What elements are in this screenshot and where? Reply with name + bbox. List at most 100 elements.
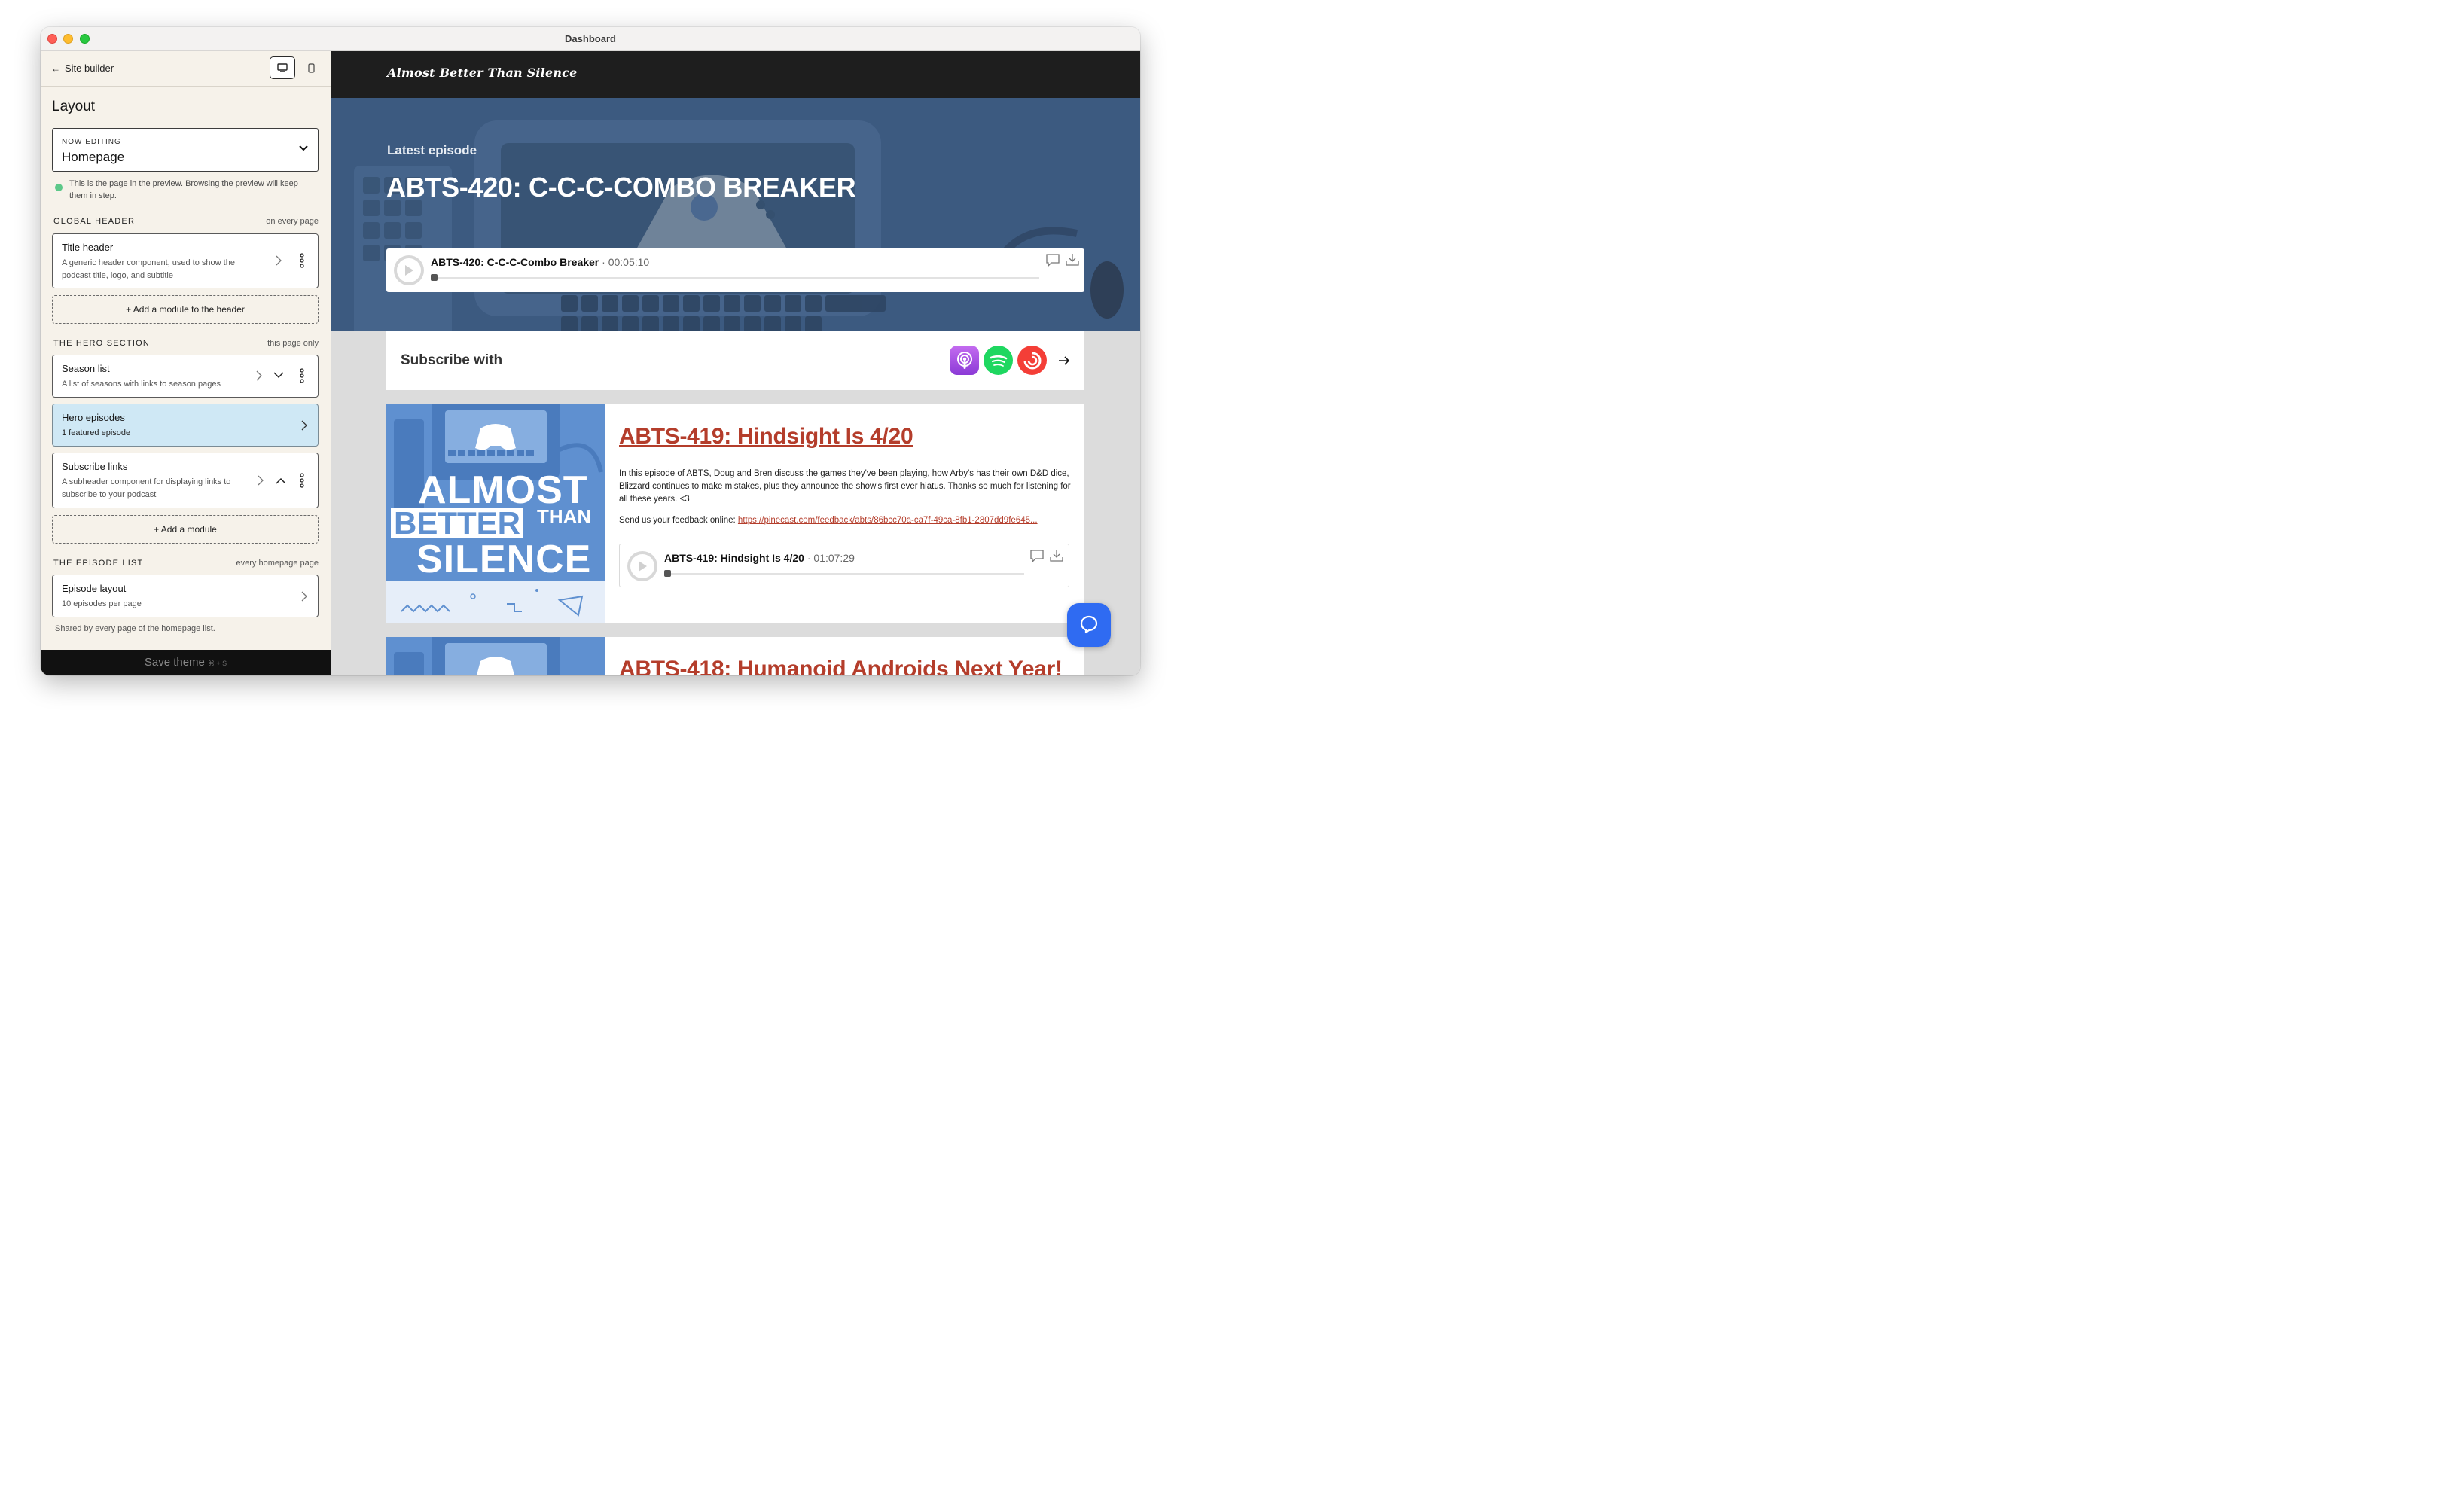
spotify-icon[interactable] — [984, 346, 1013, 375]
player-title-row: ABTS-420: C-C-C-Combo Breaker · 00:05:10 — [431, 256, 650, 268]
episode-artwork[interactable] — [386, 637, 605, 675]
site-preview: Almost Better Than Silence Latest episod… — [331, 51, 1140, 675]
back-link-label: Site builder — [65, 62, 114, 74]
podcast-cover-art — [386, 637, 605, 675]
window-title: Dashboard — [565, 33, 616, 44]
episode-card: ABTS-418: Humanoid Androids Next Year! — [386, 637, 1084, 675]
hero-episode-title[interactable]: ABTS-420: C-C-C-COMBO BREAKER — [386, 172, 856, 203]
episode-title-link[interactable]: ABTS-419: Hindsight Is 4/20 — [619, 424, 913, 450]
pocket-casts-icon[interactable] — [1017, 346, 1047, 375]
module-subscribe-links[interactable]: Subscribe links A subheader component fo… — [52, 453, 319, 508]
desktop-icon — [277, 63, 288, 72]
player-progress-track[interactable] — [664, 573, 1024, 575]
global-header-label: GLOBAL HEADER — [53, 217, 136, 226]
comment-icon[interactable] — [1029, 549, 1045, 562]
site-builder-sidebar: ← Site builder Layout NOW EDITING Homepag… — [41, 51, 331, 675]
module-description: A generic header component, used to show… — [62, 258, 235, 280]
episode-title-link[interactable]: ABTS-418: Humanoid Androids Next Year! — [619, 657, 1063, 675]
feedback-label: Send us your feedback online: — [619, 516, 736, 525]
module-title: Hero episodes — [62, 412, 125, 423]
chat-bubble-icon — [1080, 615, 1098, 634]
player-duration: 00:05:10 — [608, 256, 650, 268]
sync-status-dot — [55, 184, 63, 191]
play-icon — [405, 265, 413, 276]
module-title: Title header — [62, 242, 114, 253]
play-button[interactable] — [627, 551, 657, 581]
app-window: Dashboard ← Site builder Layout NOW EDITI… — [41, 27, 1140, 675]
arrow-left-icon: ← — [51, 63, 60, 74]
move-down-icon[interactable] — [273, 372, 284, 379]
more-options-icon[interactable] — [300, 253, 304, 268]
hero-background-illustration — [354, 120, 1124, 331]
cover-doodles — [386, 581, 605, 623]
cover-text-silence: SILENCE — [416, 538, 592, 581]
chevron-right-icon[interactable] — [256, 370, 262, 381]
save-theme-button[interactable]: Save theme ⌘ + S — [41, 650, 331, 675]
episode-description: In this episode of ABTS, Doug and Bren d… — [619, 469, 1071, 504]
global-header-scope: on every page — [266, 217, 319, 226]
hero-section: Latest episode ABTS-420: C-C-C-COMBO BRE… — [331, 98, 1140, 331]
module-description: A subheader component for displaying lin… — [62, 477, 231, 499]
episode-list-scope: every homepage page — [236, 559, 319, 568]
module-description: 1 featured episode — [62, 428, 131, 437]
now-editing-value: Homepage — [62, 150, 125, 164]
hero-section-label: THE HERO SECTION — [53, 339, 150, 348]
module-title: Season list — [62, 363, 110, 374]
hero-section-scope: this page only — [267, 339, 319, 348]
add-header-module-button[interactable]: + Add a module to the header — [52, 295, 319, 324]
module-title-header[interactable]: Title header A generic header component,… — [52, 233, 319, 288]
hero-audio-player: ABTS-420: C-C-C-Combo Breaker · 00:05:10 — [386, 248, 1084, 292]
desktop-preview-button[interactable] — [270, 56, 295, 79]
play-button[interactable] — [394, 255, 424, 285]
module-hero-episodes[interactable]: Hero episodes 1 featured episode — [52, 404, 319, 447]
mobile-preview-button[interactable] — [298, 56, 324, 79]
move-up-icon[interactable] — [276, 477, 286, 484]
player-scrubber[interactable] — [431, 274, 438, 281]
module-description: 10 episodes per page — [62, 599, 142, 608]
download-icon[interactable] — [1065, 253, 1080, 267]
feedback-link[interactable]: https://pinecast.com/feedback/abts/86bcc… — [738, 516, 1038, 525]
add-hero-module-button[interactable]: + Add a module — [52, 515, 319, 544]
back-to-site-builder-link[interactable]: ← Site builder — [51, 62, 114, 74]
now-editing-select[interactable]: NOW EDITING Homepage — [52, 128, 319, 172]
module-description: A list of seasons with links to season p… — [62, 380, 221, 389]
arrow-right-icon[interactable] — [1057, 355, 1071, 366]
chat-support-button[interactable] — [1067, 603, 1111, 647]
download-icon[interactable] — [1049, 549, 1064, 562]
episode-list-label: THE EPISODE LIST — [53, 559, 144, 568]
player-title-row: ABTS-419: Hindsight Is 4/20 · 01:07:29 — [664, 552, 855, 564]
save-shortcut: ⌘ + S — [207, 660, 227, 667]
cover-text-than: THAN — [537, 505, 592, 528]
player-scrubber[interactable] — [664, 570, 671, 577]
chevron-right-icon[interactable] — [301, 591, 307, 602]
site-title-logo[interactable]: Almost Better Than Silence — [387, 66, 577, 80]
player-progress-track[interactable] — [431, 277, 1039, 279]
chevron-right-icon[interactable] — [258, 475, 264, 486]
subscribe-bar: Subscribe with — [386, 331, 1084, 390]
cover-text-better: BETTER — [391, 508, 523, 539]
save-theme-label: Save theme — [144, 656, 205, 669]
chevron-right-icon[interactable] — [276, 255, 282, 266]
player-duration: 01:07:29 — [813, 552, 855, 564]
more-options-icon[interactable] — [300, 368, 304, 383]
module-title: Subscribe links — [62, 461, 128, 472]
module-season-list[interactable]: Season list A list of seasons with links… — [52, 355, 319, 398]
player-episode-title: ABTS-419: Hindsight Is 4/20 — [664, 552, 804, 564]
player-episode-title: ABTS-420: C-C-C-Combo Breaker — [431, 256, 599, 268]
episode-artwork[interactable]: ALMOST BETTER THAN SILENCE — [386, 404, 605, 623]
preview-sync-hint-text: This is the page in the preview. Browsin… — [69, 179, 298, 200]
mobile-icon — [307, 62, 315, 73]
latest-episode-label: Latest episode — [387, 143, 477, 157]
comment-icon[interactable] — [1045, 253, 1060, 267]
feedback-line: Send us your feedback online: https://pi… — [619, 516, 1071, 525]
chevron-down-icon — [299, 145, 308, 151]
more-options-icon[interactable] — [300, 473, 304, 488]
module-episode-layout[interactable]: Episode layout 10 episodes per page — [52, 575, 319, 617]
apple-podcasts-icon[interactable] — [950, 346, 979, 375]
chevron-right-icon[interactable] — [301, 420, 307, 431]
episode-card: ALMOST BETTER THAN SILENCE ABTS-419: Hin… — [386, 404, 1084, 623]
play-icon — [639, 561, 647, 572]
episode-audio-player: ABTS-419: Hindsight Is 4/20 · 01:07:29 — [619, 544, 1069, 587]
shared-note: Shared by every page of the homepage lis… — [55, 624, 215, 633]
now-editing-label: NOW EDITING — [62, 138, 121, 146]
